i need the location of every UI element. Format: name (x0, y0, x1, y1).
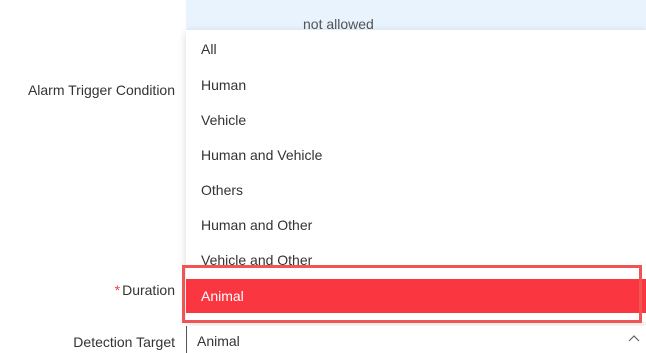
dropdown-item-vehicle[interactable]: Vehicle (186, 103, 646, 138)
duration-label-text: Duration (122, 282, 175, 298)
dropdown-item-others[interactable]: Others (186, 173, 646, 208)
duration-label: * Duration (115, 282, 175, 298)
info-banner: not allowed (186, 0, 646, 30)
required-mark: * (114, 282, 121, 298)
dropdown-item-all[interactable]: All (186, 32, 646, 67)
dropdown-item-vehicle-and-other[interactable]: Vehicle and Other (186, 243, 646, 278)
dropdown-item-animal[interactable]: Animal (186, 279, 646, 313)
detection-target-select-value: Animal (197, 333, 240, 349)
alarm-trigger-condition-label: Alarm Trigger Condition (27, 82, 175, 98)
dropdown-item-human[interactable]: Human (186, 68, 646, 103)
detection-target-dropdown-list: All Human Vehicle Human and Vehicle Othe… (186, 30, 646, 322)
dropdown-item-human-and-other[interactable]: Human and Other (186, 208, 646, 243)
page: not allowed Alarm Trigger Condition * Dur… (0, 0, 646, 353)
chevron-up-icon[interactable] (628, 334, 640, 344)
detection-target-select[interactable]: Animal (186, 326, 646, 353)
detection-target-label: Detection Target (73, 334, 175, 350)
dropdown-item-human-and-vehicle[interactable]: Human and Vehicle (186, 138, 646, 173)
info-banner-text: not allowed (303, 16, 374, 30)
